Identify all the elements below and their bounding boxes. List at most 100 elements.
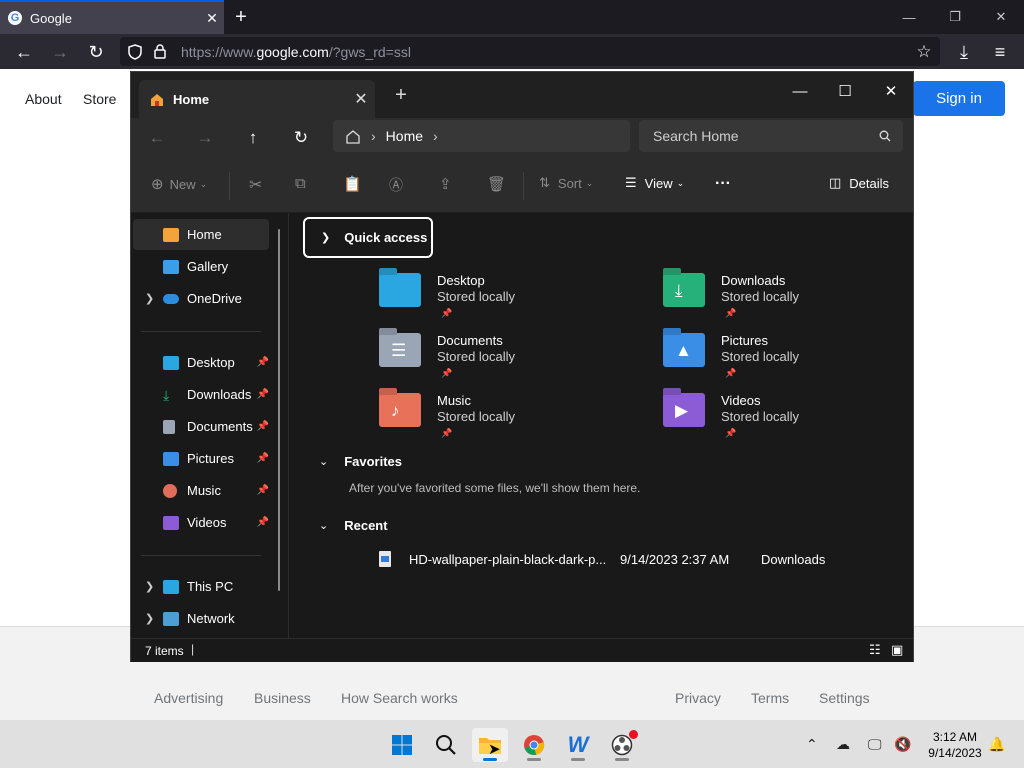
quick-access-videos[interactable]: ▶ Videos Stored locally 📌 bbox=[663, 393, 923, 449]
share-icon[interactable]: ⇪ bbox=[439, 175, 452, 193]
new-button[interactable]: ⊕ New ⌄ bbox=[151, 175, 207, 193]
quick-access-documents[interactable]: ☰ Documents Stored locally 📌 bbox=[379, 333, 639, 389]
pin-icon[interactable]: 📌 bbox=[257, 389, 269, 400]
pin-icon[interactable]: 📌 bbox=[257, 453, 269, 464]
url-text[interactable]: https://www.google.com/?gws_rd=ssl bbox=[181, 44, 411, 60]
quick-access-downloads[interactable]: ⤓ Downloads Stored locally 📌 bbox=[663, 273, 923, 329]
browser-restore-button[interactable]: ❐ bbox=[940, 4, 970, 30]
tiles-view-icon[interactable]: ▣ bbox=[891, 642, 903, 658]
taskbar-app-w[interactable]: W bbox=[560, 728, 596, 762]
new-tab-button[interactable]: + bbox=[228, 4, 254, 30]
search-input[interactable]: Search Home bbox=[639, 120, 903, 152]
chevron-right-icon[interactable]: ❯ bbox=[145, 292, 154, 305]
business-link[interactable]: Business bbox=[254, 690, 311, 706]
favorites-header[interactable]: ⌄ Favorites bbox=[319, 454, 402, 469]
how-search-works-link[interactable]: How Search works bbox=[341, 690, 458, 706]
chevron-right-icon[interactable]: › bbox=[433, 128, 438, 144]
breadcrumb-home[interactable]: Home bbox=[386, 128, 423, 144]
explorer-tab-home[interactable]: Home ✕ bbox=[139, 80, 375, 118]
notification-bell-icon[interactable]: 🔔 bbox=[988, 736, 1005, 753]
reload-icon[interactable]: ↻ bbox=[82, 38, 110, 66]
nav-item-documents[interactable]: Documents 📌 bbox=[133, 411, 269, 442]
details-button[interactable]: ◫ Details bbox=[829, 175, 889, 191]
search-button[interactable] bbox=[428, 728, 464, 762]
close-tab-icon[interactable]: ✕ bbox=[200, 10, 224, 27]
forward-arrow-icon[interactable]: → bbox=[191, 125, 219, 151]
privacy-link[interactable]: Privacy bbox=[675, 690, 721, 706]
delete-icon[interactable]: 🗑 bbox=[487, 175, 506, 193]
chevron-right-icon[interactable]: › bbox=[371, 128, 376, 144]
paste-icon[interactable]: 📋 bbox=[343, 175, 362, 193]
recent-file-row[interactable]: HD-wallpaper-plain-black-dark-p... 9/14/… bbox=[379, 551, 839, 569]
chevron-right-icon[interactable]: ❯ bbox=[145, 580, 154, 593]
bookmark-star-icon[interactable]: ☆ bbox=[910, 38, 938, 66]
browser-close-button[interactable]: ✕ bbox=[986, 4, 1016, 30]
quick-access-pictures[interactable]: ▲ Pictures Stored locally 📌 bbox=[663, 333, 923, 389]
menu-hamburger-icon[interactable]: ≡ bbox=[986, 38, 1014, 66]
refresh-icon[interactable]: ↻ bbox=[287, 125, 315, 151]
shield-icon[interactable] bbox=[128, 43, 142, 60]
about-link[interactable]: About bbox=[25, 91, 62, 107]
close-tab-icon[interactable]: ✕ bbox=[347, 89, 375, 109]
more-options-icon[interactable]: ··· bbox=[715, 175, 731, 193]
back-arrow-icon[interactable]: ← bbox=[143, 125, 171, 151]
recent-header[interactable]: ⌄ Recent bbox=[319, 518, 388, 533]
volume-muted-icon[interactable]: 🔇 bbox=[894, 736, 911, 753]
breadcrumb[interactable]: › Home › bbox=[333, 120, 630, 152]
taskbar-clock[interactable]: 3:12 AM 9/14/2023 bbox=[920, 729, 990, 761]
search-icon[interactable] bbox=[879, 130, 891, 142]
start-button[interactable] bbox=[384, 728, 420, 762]
nav-item-downloads[interactable]: ⤓ Downloads 📌 bbox=[133, 379, 269, 410]
rename-icon[interactable]: Ⓐ bbox=[389, 175, 403, 195]
nav-item-network[interactable]: ❯ Network bbox=[133, 603, 269, 634]
tile-subtitle: Stored locally bbox=[437, 409, 516, 424]
advertising-link[interactable]: Advertising bbox=[154, 690, 223, 706]
terms-link[interactable]: Terms bbox=[751, 690, 789, 706]
pin-icon[interactable]: 📌 bbox=[257, 485, 269, 496]
copy-icon[interactable]: ⧉ bbox=[295, 175, 306, 192]
view-button[interactable]: ☰ View ⌄ bbox=[625, 175, 684, 191]
browser-tab-google[interactable]: G Google ✕ bbox=[0, 0, 224, 34]
settings-link[interactable]: Settings bbox=[819, 690, 870, 706]
forward-arrow-icon[interactable]: → bbox=[46, 38, 74, 66]
nav-item-pictures[interactable]: Pictures 📌 bbox=[133, 443, 269, 474]
pin-icon[interactable]: 📌 bbox=[257, 517, 269, 528]
nav-item-desktop[interactable]: Desktop 📌 bbox=[133, 347, 269, 378]
nav-scrollbar[interactable] bbox=[278, 229, 280, 591]
quick-access-music[interactable]: ♪ Music Stored locally 📌 bbox=[379, 393, 639, 449]
sort-button[interactable]: ⇅ Sort ⌄ bbox=[539, 175, 593, 191]
nav-item-videos[interactable]: Videos 📌 bbox=[133, 507, 269, 538]
pin-icon[interactable]: 📌 bbox=[257, 421, 269, 432]
taskbar-file-explorer[interactable]: ➤ bbox=[472, 728, 508, 762]
lock-icon[interactable] bbox=[154, 44, 166, 59]
store-link[interactable]: Store bbox=[83, 91, 116, 107]
nav-item-music[interactable]: Music 📌 bbox=[133, 475, 269, 506]
quick-access-header[interactable]: ❯ Quick access bbox=[303, 217, 433, 258]
taskbar-chrome[interactable] bbox=[516, 728, 552, 762]
network-tray-icon[interactable]: 🖵 bbox=[868, 736, 882, 753]
quick-access-desktop[interactable]: Desktop Stored locally 📌 bbox=[379, 273, 639, 329]
chevron-right-icon[interactable]: ❯ bbox=[145, 612, 154, 625]
back-arrow-icon[interactable]: ← bbox=[10, 38, 38, 66]
url-bar[interactable]: https://www.google.com/?gws_rd=ssl bbox=[120, 37, 940, 66]
up-arrow-icon[interactable]: ↑ bbox=[239, 125, 267, 151]
explorer-minimize-button[interactable]: — bbox=[783, 78, 817, 104]
downloads-icon[interactable]: ⤓ bbox=[950, 38, 978, 66]
nav-item-home[interactable]: Home bbox=[133, 219, 269, 250]
explorer-maximize-button[interactable]: ☐ bbox=[828, 78, 862, 104]
cut-icon[interactable]: ✂ bbox=[249, 175, 262, 195]
browser-minimize-button[interactable]: — bbox=[894, 4, 924, 30]
explorer-new-tab-button[interactable]: + bbox=[389, 84, 413, 107]
details-view-icon[interactable]: ☷ bbox=[869, 642, 881, 658]
nav-item-gallery[interactable]: Gallery bbox=[133, 251, 269, 282]
nav-item-this-pc[interactable]: ❯ This PC bbox=[133, 571, 269, 602]
explorer-close-button[interactable]: ✕ bbox=[874, 78, 908, 104]
onedrive-tray-icon[interactable]: ☁ bbox=[836, 736, 850, 753]
taskbar-obs[interactable] bbox=[604, 728, 640, 762]
nav-item-onedrive[interactable]: ❯ OneDrive bbox=[133, 283, 269, 314]
show-hidden-icons-chevron-up-icon[interactable]: ⌃ bbox=[806, 736, 818, 753]
home-outline-icon[interactable] bbox=[345, 129, 361, 144]
pin-icon[interactable]: 📌 bbox=[257, 357, 269, 368]
google-favicon-icon: G bbox=[8, 11, 22, 25]
sign-in-button[interactable]: Sign in bbox=[913, 81, 1005, 116]
